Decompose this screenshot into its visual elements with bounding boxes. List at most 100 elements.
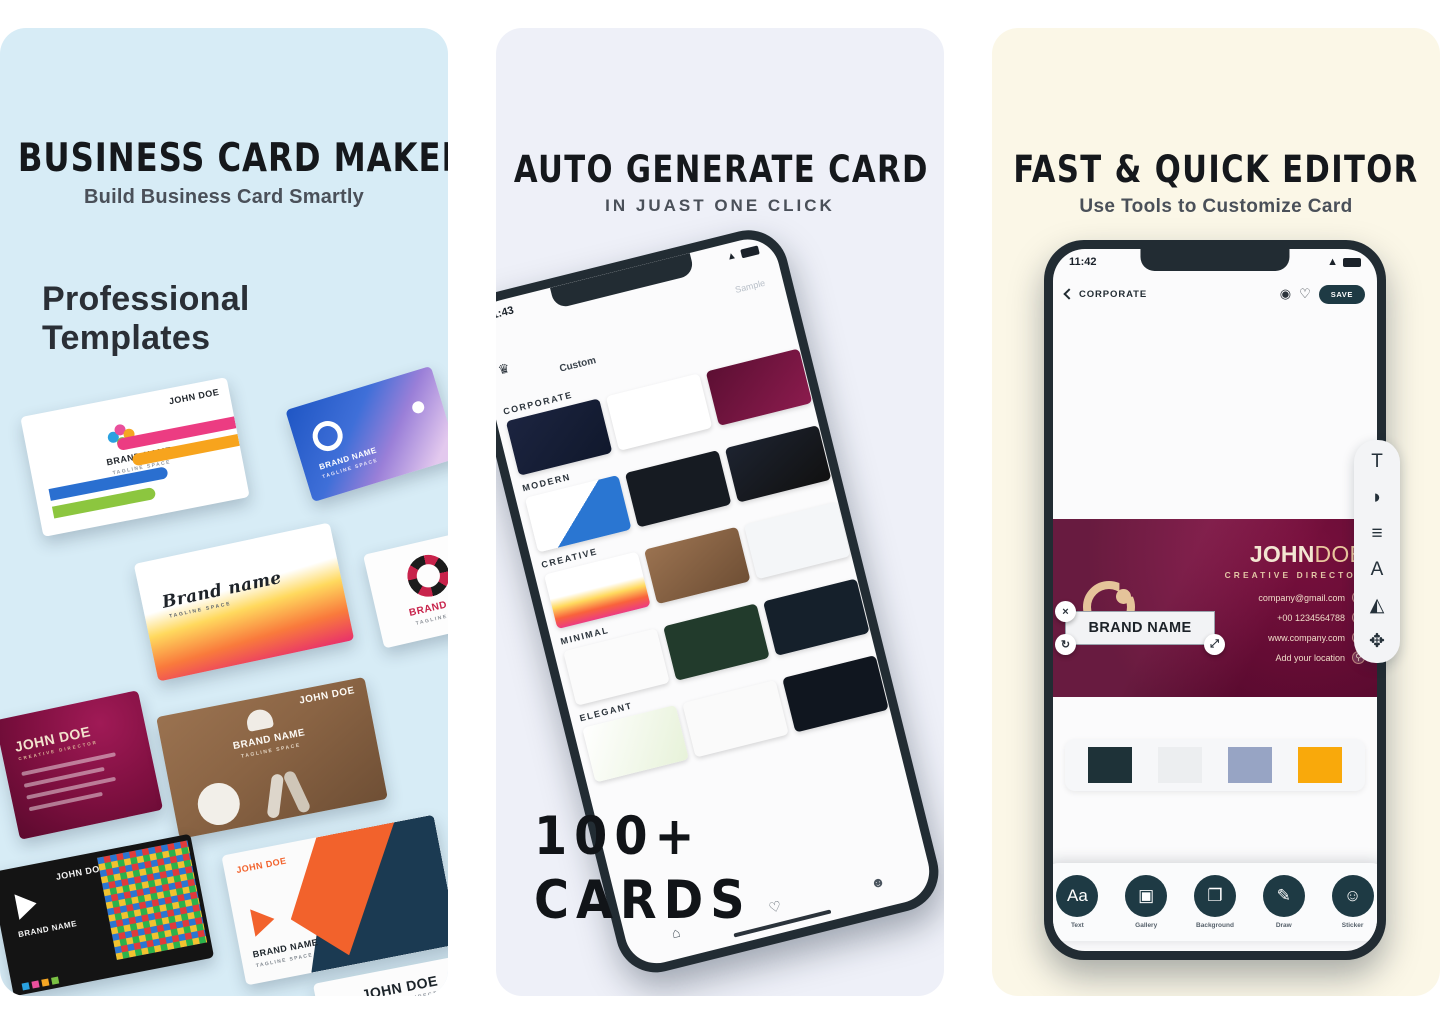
status-time: 11:42	[1069, 256, 1097, 268]
color-swatch-orange[interactable]	[1298, 747, 1342, 783]
crown-icon[interactable]: ♛	[496, 360, 511, 378]
battery-icon	[1343, 257, 1361, 267]
color-swatch-white[interactable]	[1158, 747, 1202, 783]
sticker-tool-icon: ☺	[1331, 875, 1374, 917]
font-tool-icon[interactable]: A	[1371, 560, 1384, 579]
fill-color-tool-icon[interactable]: ◭	[1370, 596, 1385, 615]
text-tool[interactable]: Aa Text	[1056, 875, 1099, 929]
draw-tool-icon: ✎	[1262, 875, 1305, 917]
opacity-tool-icon[interactable]: ◗	[1371, 488, 1382, 507]
card-name: JOHNDOE	[1225, 541, 1365, 568]
chevron-left-icon[interactable]	[1063, 288, 1075, 300]
color-swatch-bar	[1065, 739, 1365, 791]
color-swatch-dark-teal[interactable]	[1088, 747, 1132, 783]
contact-text: +00 1234564788	[1277, 612, 1345, 623]
move-tool-icon[interactable]: ✥	[1369, 632, 1385, 651]
profile-icon[interactable]: ☻	[869, 872, 887, 891]
contact-text: Add your location	[1275, 652, 1345, 663]
color-mosaic	[97, 840, 208, 960]
template-thumb[interactable]	[862, 553, 936, 632]
align-tool-icon[interactable]: ≡	[1371, 524, 1382, 543]
card-corner-name: JOHN DOE	[298, 685, 356, 707]
template-thumb[interactable]	[805, 323, 913, 402]
template-card-brown-chef[interactable]: BRAND NAME TAGLINE SPACE JOHN DOE	[156, 676, 388, 840]
template-card-orange-navy[interactable]: BRAND NAME TAGLINE SPACE JOHN DOE	[221, 814, 448, 986]
template-sections: CORPORATE MODERN CREATIVE MINIMAL ELEGAN…	[496, 323, 936, 785]
sample-label: Sample	[734, 277, 767, 295]
background-tool[interactable]: ❐ Background	[1193, 875, 1236, 929]
eye-icon[interactable]: ◉	[1280, 286, 1291, 302]
contact-text: company@gmail.com	[1258, 592, 1345, 603]
color-swatch-slate-blue[interactable]	[1228, 747, 1272, 783]
template-card-black-mosaic[interactable]: BRAND NAME JOHN DOE	[0, 833, 215, 996]
contact-row: company@gmail.com ✉	[1258, 591, 1365, 604]
contact-text: www.company.com	[1268, 632, 1345, 643]
card-corner-name: JOHN DOE	[168, 386, 221, 407]
template-thumb[interactable]	[843, 476, 936, 555]
status-time: 11:43	[496, 304, 516, 323]
text-size-tool-icon[interactable]: T	[1371, 452, 1383, 471]
sticker-tool[interactable]: ☺ Sticker	[1331, 875, 1374, 929]
breadcrumb[interactable]: CORPORATE	[1063, 288, 1148, 300]
save-button[interactable]: SAVE	[1318, 284, 1365, 304]
card-collage: BRAND NAME TAGLINE SPACE BRAND NAME TAGL…	[0, 28, 448, 996]
play-logo-icon	[14, 890, 40, 920]
circular-logo-icon	[403, 550, 448, 601]
play-logo-icon	[250, 905, 278, 937]
status-bar: 11:43 ▲	[496, 235, 777, 332]
battery-icon	[740, 244, 760, 258]
template-card-blue-watercolor[interactable]: BRAND NAME TAGLINE SPACE	[285, 365, 448, 503]
panel-3-subtitle: Use Tools to Customize Card	[1079, 196, 1353, 217]
template-card-watercolor-orange[interactable]: Brand name TAGLINE SPACE	[133, 522, 355, 682]
background-tool-label: Background	[1196, 922, 1234, 929]
panel-auto-generate: AUTO GENERATE CARD IN JUAST ONE CLICK 11…	[496, 28, 944, 996]
c-monogram-icon	[308, 417, 347, 455]
template-card-maroon[interactable]: JOHN DOE CREATIVE DIRECTOR	[0, 690, 164, 840]
editor-canvas-card[interactable]: JOHNDOE CREATIVE DIRECTOR company@gmail.…	[1053, 519, 1377, 697]
panel-2-heading: AUTO GENERATE CARD IN JUAST ONE CLICK	[496, 148, 944, 216]
card-name-block: JOHNDOE CREATIVE DIRECTOR	[1225, 541, 1365, 580]
template-thumb[interactable]	[882, 630, 936, 708]
draw-tool[interactable]: ✎ Draw	[1262, 875, 1305, 929]
gallery-tool-label: Gallery	[1135, 922, 1158, 929]
screenshot-stage: BUSINESS CARD MAKER Build Business Card …	[0, 0, 1440, 1028]
phone-frame: 11:42 ▲ CORPORATE ◉ ♡ SAVE JOHNDOE CREAT…	[1044, 240, 1400, 960]
status-bar: 11:42 ▲	[1053, 251, 1377, 273]
phone-screen: 11:42 ▲ CORPORATE ◉ ♡ SAVE JOHNDOE CREAT…	[1053, 249, 1377, 951]
status-icons: ▲	[725, 244, 760, 263]
panel-2-subtitle: IN JUAST ONE CLICK	[605, 196, 835, 215]
contact-row: www.company.com ◉	[1258, 631, 1365, 644]
selected-text-element[interactable]: BRAND NAME × ↻ ⤢	[1055, 601, 1225, 655]
spoon-icon	[266, 773, 284, 819]
background-tool-icon: ❐	[1193, 875, 1236, 917]
gallery-tool[interactable]: ▣ Gallery	[1125, 875, 1168, 929]
logo-dot	[410, 399, 426, 415]
heart-icon[interactable]: ♡	[1299, 286, 1311, 302]
resize-handle-icon[interactable]: ⤢	[1204, 634, 1225, 655]
breadcrumb-label: CORPORATE	[1079, 288, 1148, 300]
plate-icon	[194, 779, 244, 829]
panel-professional-templates: BUSINESS CARD MAKER Build Business Card …	[0, 28, 448, 996]
card-contacts: company@gmail.com ✉ +00 1234564788 ✆ www…	[1258, 591, 1365, 671]
text-tool-icon: Aa	[1056, 875, 1099, 917]
wifi-icon: ▲	[725, 249, 738, 263]
editor-appbar: CORPORATE ◉ ♡ SAVE	[1053, 279, 1377, 309]
close-handle-icon[interactable]: ×	[1055, 601, 1076, 622]
rotate-handle-icon[interactable]: ↻	[1055, 634, 1076, 655]
fork-icon	[282, 769, 312, 815]
draw-tool-label: Draw	[1275, 922, 1292, 929]
card-brand-name: BRAND NAME	[17, 919, 78, 940]
sticker-tool-label: Sticker	[1341, 922, 1364, 929]
template-card-white-circle-logo[interactable]: BRAND NAME TAGLINE SPACE	[362, 523, 448, 649]
gallery-tool-icon: ▣	[1125, 875, 1168, 917]
card-corner-name: JOHN DOE	[235, 855, 288, 876]
chef-hat-icon	[244, 707, 275, 732]
heart-icon[interactable]: ♡	[767, 897, 783, 917]
cards-count-overlay: 100+ CARDS	[534, 805, 752, 934]
template-thumb[interactable]	[824, 400, 932, 478]
card-role: CREATIVE DIRECTOR	[1224, 570, 1365, 580]
panel-3-heading: FAST & QUICK EDITOR Use Tools to Customi…	[992, 148, 1440, 218]
status-icons: ▲	[1327, 256, 1361, 268]
template-card-colorful-pills[interactable]: BRAND NAME TAGLINE SPACE JOHN DOE	[20, 377, 250, 537]
panel-2-title: AUTO GENERATE CARD	[513, 148, 929, 191]
